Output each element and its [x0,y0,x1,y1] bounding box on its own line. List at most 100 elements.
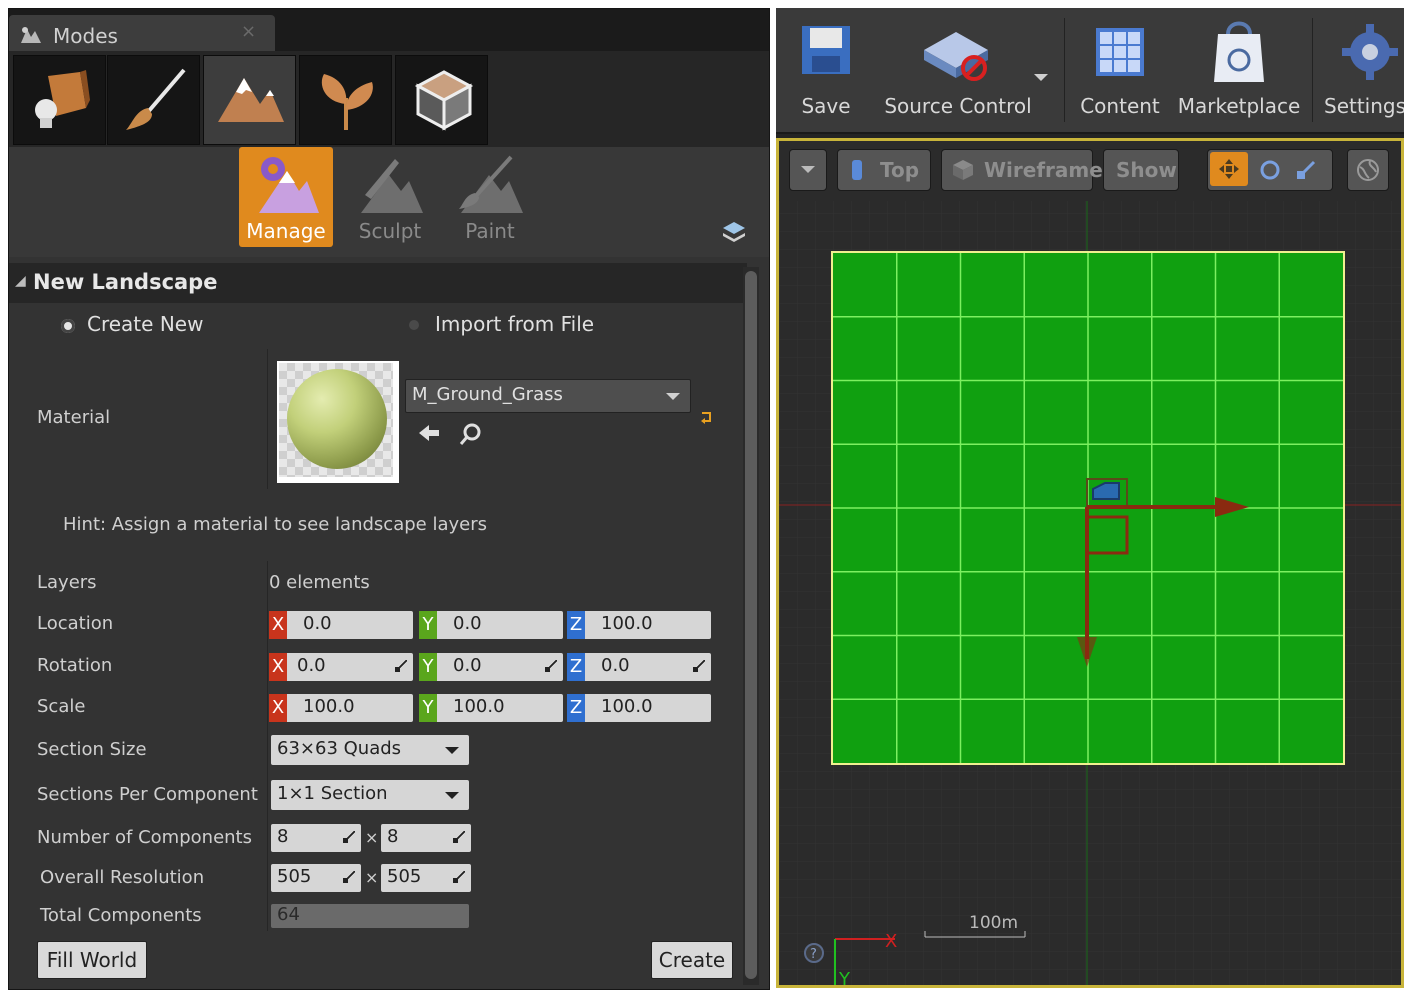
collapse-arrow-icon[interactable]: ◢ [15,273,26,289]
source-control-button[interactable]: Source Control [880,14,1048,126]
landscape-mode-button[interactable] [203,55,296,145]
spin-arrow-icon[interactable] [453,871,465,883]
section-size-dropdown[interactable]: 63×63 Quads [271,735,469,765]
layers-icon[interactable] [721,219,747,245]
axis-y-tag: Y [419,611,437,639]
total-components-label: Total Components [40,905,202,926]
scale-z-field[interactable]: Z 100.0 [567,694,711,722]
save-button[interactable]: Save [782,14,870,126]
axis-y-tag: Y [419,694,437,722]
paint-brush-icon [459,155,523,213]
fill-world-button[interactable]: Fill World [37,941,147,979]
rotation-z-field[interactable]: Z 0.0 [567,653,711,681]
sculpt-tool-button[interactable]: Sculpt [343,147,437,247]
scale-label: Scale [37,696,86,717]
total-components-value: 64 [277,904,300,925]
layers-value: 0 elements [269,572,370,593]
marketplace-button[interactable]: Marketplace [1174,14,1304,126]
modes-tab-title: Modes [53,24,118,48]
floppy-disk-icon [802,26,850,74]
use-selected-arrow-icon[interactable] [417,423,441,443]
create-button[interactable]: Create [651,941,733,979]
chevron-down-icon [445,747,459,754]
content-browser-icon [1096,28,1144,76]
create-new-label[interactable]: Create New [87,312,203,336]
content-button[interactable]: Content [1072,14,1168,126]
scale-y-field[interactable]: Y 100.0 [419,694,563,722]
spin-arrow-icon[interactable] [545,660,557,672]
chevron-down-icon[interactable] [1034,74,1048,81]
foliage-mode-button[interactable] [299,55,392,145]
sections-per-component-dropdown[interactable]: 1×1 Section [271,780,469,810]
location-x-value: 0.0 [303,613,332,634]
location-y-value: 0.0 [453,613,482,634]
spin-arrow-icon[interactable] [453,831,465,843]
leaf-icon [321,74,373,130]
hint-text: Hint: Assign a material to see landscape… [63,514,487,535]
sections-per-component-label: Sections Per Component [37,784,258,805]
axis-z-tag: Z [567,611,585,639]
column-divider [267,349,268,489]
resolution-x-field[interactable]: 505 [271,864,361,892]
transform-gizmo[interactable] [1075,469,1265,669]
spin-arrow-icon[interactable] [343,831,355,843]
layers-label: Layers [37,572,97,593]
location-y-field[interactable]: Y 0.0 [419,611,563,639]
scale-y-value: 100.0 [453,696,505,717]
manage-tool-button[interactable]: Manage [239,147,333,247]
axis-x-tag: X [269,611,287,639]
material-thumbnail[interactable] [277,361,399,483]
components-y-field[interactable]: 8 [381,824,471,852]
chevron-down-icon [445,792,459,799]
scrollbar-thumb[interactable] [745,271,757,979]
rotation-x-value: 0.0 [297,655,326,676]
settings-label: Settings [1324,94,1404,118]
source-control-icon [924,32,988,81]
save-label: Save [801,94,851,118]
axis-x-label: X [885,931,897,952]
sculpt-icon [361,159,423,213]
geometry-mode-button[interactable] [395,55,488,145]
new-landscape-section-header[interactable]: ◢ New Landscape [9,263,747,303]
times-sign: × [365,828,379,847]
thumbnail-background [279,363,393,477]
create-new-radio[interactable] [61,319,75,333]
chevron-down-icon [666,393,680,400]
level-viewport[interactable]: Top Wireframe Show ? X Y 100m [776,138,1404,988]
browse-search-icon[interactable] [459,423,483,447]
settings-button[interactable]: Settings [1320,14,1404,126]
location-z-value: 100.0 [601,613,653,634]
mode-selector-row [9,51,769,147]
spin-arrow-icon[interactable] [343,871,355,883]
components-x-value: 8 [277,826,289,847]
section-size-value: 63×63 Quads [277,738,402,759]
axis-y-tag: Y [419,653,437,681]
rotation-x-field[interactable]: X 0.0 [269,653,413,681]
import-from-file-radio[interactable] [409,320,419,330]
paint-tool-button[interactable]: Paint [443,147,537,247]
rotation-y-field[interactable]: Y 0.0 [419,653,563,681]
resolution-y-field[interactable]: 505 [381,864,471,892]
close-icon[interactable]: × [241,21,256,42]
marketplace-bag-icon [1214,21,1264,82]
reset-to-default-icon[interactable] [699,409,715,425]
location-label: Location [37,613,114,634]
components-x-field[interactable]: 8 [271,824,361,852]
paint-mode-button[interactable] [107,55,200,145]
spin-arrow-icon[interactable] [693,660,705,672]
source-control-label: Source Control [884,94,1032,118]
place-mode-button[interactable] [13,55,106,145]
material-label: Material [37,407,111,428]
material-combo[interactable]: M_Ground_Grass [405,379,691,413]
modes-tab[interactable]: Modes × [9,15,275,51]
rotation-label: Rotation [37,655,113,676]
place-icon [35,70,90,128]
location-z-field[interactable]: Z 100.0 [567,611,711,639]
import-from-file-label[interactable]: Import from File [435,312,594,336]
resolution-y-value: 505 [387,866,422,887]
axis-indicator: ? X Y [804,931,897,985]
location-x-field[interactable]: X 0.0 [269,611,413,639]
spin-arrow-icon[interactable] [395,660,407,672]
scale-x-field[interactable]: X 100.0 [269,694,413,722]
axis-x-tag: X [269,653,287,681]
